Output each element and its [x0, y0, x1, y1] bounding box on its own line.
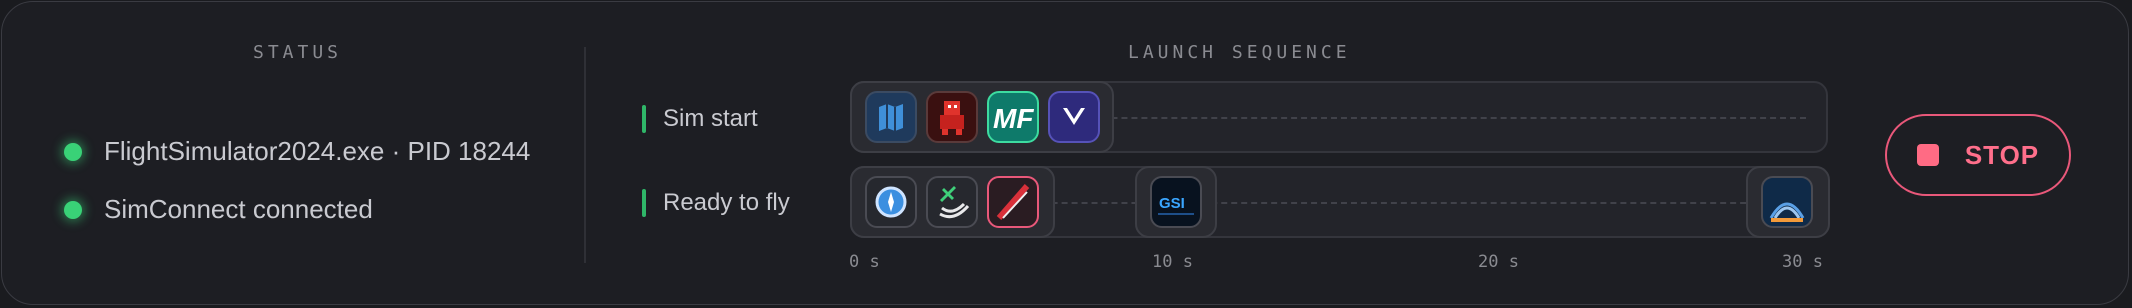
orange-waves-app-icon[interactable] [1761, 176, 1813, 228]
v-check-app-icon[interactable] [1048, 91, 1100, 143]
row-label: Sim start [663, 105, 758, 132]
mf-app-icon[interactable]: MF [987, 91, 1039, 143]
map-app-icon[interactable] [865, 91, 917, 143]
status-item-process: FlightSimulator2024.exe · PID 18244 [64, 136, 530, 167]
compass-app-icon[interactable] [865, 176, 917, 228]
stop-icon [1916, 144, 1939, 166]
status-item-label: FlightSimulator2024.exe · PID 18244 [104, 136, 531, 166]
status-section: STATUS FlightSimulator2024.exe · PID 182… [2, 2, 584, 304]
gsi-app-icon[interactable]: GSI [1150, 176, 1202, 228]
status-ok-dot [64, 142, 82, 161]
sequence-row-label-sim-start: Sim start [642, 105, 758, 133]
stop-button[interactable]: STOP [1885, 114, 2071, 196]
red-slash-app-icon[interactable] [987, 176, 1039, 228]
row-label: Ready to fly [663, 189, 790, 216]
launch-group-0s[interactable]: MF [850, 81, 1114, 153]
timeline-tick: 10 s [1152, 252, 1193, 272]
svg-text:GSI: GSI [1159, 195, 1185, 212]
launch-group-30s[interactable] [1746, 166, 1830, 238]
status-title: STATUS [253, 42, 343, 63]
launcher-panel: STATUS FlightSimulator2024.exe · PID 182… [1, 1, 2129, 305]
launch-sequence-title: LAUNCH SEQUENCE [1128, 42, 1351, 63]
timeline-track-sim-start: MF [850, 81, 1828, 153]
launch-group-0s[interactable] [850, 166, 1055, 238]
timeline-tick: 20 s [1478, 252, 1519, 272]
stop-button-label: STOP [1964, 139, 2040, 170]
status-item-simconnect: SimConnect connected [64, 194, 373, 225]
row-accent-bar [642, 105, 646, 133]
timeline-track-ready-to-fly: GSI [850, 166, 1830, 238]
svg-text:MF: MF [993, 103, 1034, 134]
timeline-tick: 30 s [1782, 252, 1823, 272]
status-item-label: SimConnect connected [104, 194, 373, 224]
section-divider [584, 47, 586, 263]
red-robot-app-icon[interactable] [926, 91, 978, 143]
timeline-tick: 0 s [849, 252, 880, 272]
launch-group-10s[interactable]: GSI [1135, 166, 1217, 238]
sequence-row-label-ready-to-fly: Ready to fly [642, 189, 790, 217]
row-accent-bar [642, 189, 646, 217]
radar-plane-app-icon[interactable] [926, 176, 978, 228]
status-ok-dot [64, 200, 82, 219]
